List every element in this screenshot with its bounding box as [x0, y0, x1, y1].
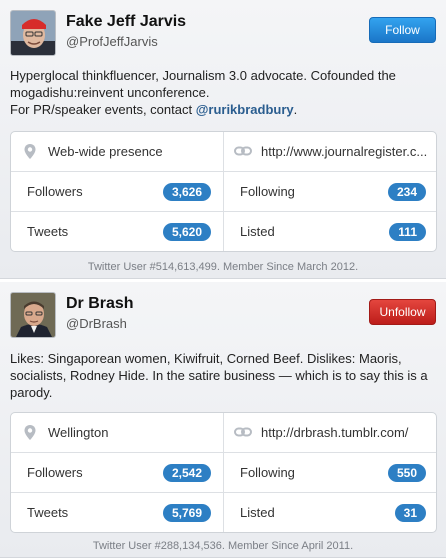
bio-mention-link[interactable]: @rurikbradbury: [196, 102, 294, 117]
profile-bio: Likes: Singaporean women, Kiwifruit, Cor…: [10, 350, 436, 401]
avatar[interactable]: [10, 292, 56, 338]
following-count-badge: 234: [387, 183, 426, 201]
bio-line: Hyperglocal thinkfluencer, Journalism 3.…: [10, 68, 396, 83]
profile-name[interactable]: Fake Jeff Jarvis: [66, 13, 186, 31]
listed-label: Listed: [240, 505, 275, 520]
location-text: Web-wide presence: [48, 144, 163, 159]
followers-label: Followers: [27, 184, 83, 199]
listed-cell[interactable]: Listed 31: [224, 493, 436, 532]
stats-row: Wellington http://drbrash.tumblr.com/: [11, 413, 436, 453]
followers-cell[interactable]: Followers 3,626: [11, 172, 224, 211]
bio-line: parody.: [10, 385, 53, 400]
bio-line: mogadishu:reinvent unconference.: [10, 85, 210, 100]
location-cell: Wellington: [11, 413, 224, 452]
stats-row: Followers 3,626 Following 234: [11, 172, 436, 212]
profile-bio: Hyperglocal thinkfluencer, Journalism 3.…: [10, 67, 436, 118]
tweets-count-badge: 5,620: [162, 223, 211, 241]
location-pin-icon: [24, 144, 36, 159]
profile-header: Dr Brash @DrBrash Unfollow: [10, 292, 436, 338]
following-count-badge: 550: [387, 464, 426, 482]
profile-card-dr-brash: Dr Brash @DrBrash Unfollow Likes: Singap…: [0, 282, 446, 558]
listed-label: Listed: [240, 224, 275, 239]
bio-line: socialists, Rodney Hide. In the satire b…: [10, 368, 428, 383]
bio-line: Likes: Singaporean women, Kiwifruit, Cor…: [10, 351, 402, 366]
tweets-label: Tweets: [27, 505, 69, 520]
url-link[interactable]: http://drbrash.tumblr.com/: [261, 425, 408, 440]
unfollow-button[interactable]: Unfollow: [369, 299, 436, 325]
listed-cell[interactable]: Listed 111: [224, 212, 436, 251]
tweets-label: Tweets: [27, 224, 69, 239]
follow-button[interactable]: Follow: [369, 17, 436, 43]
avatar[interactable]: [10, 10, 56, 56]
location-pin-icon: [24, 425, 36, 440]
stats-row: Followers 2,542 Following 550: [11, 453, 436, 493]
followers-count-badge: 3,626: [162, 183, 211, 201]
profile-footer: Twitter User #514,613,499. Member Since …: [87, 261, 359, 273]
bio-text: .: [293, 102, 298, 117]
following-cell[interactable]: Following 550: [224, 453, 436, 492]
profile-handle[interactable]: @ProfJeffJarvis: [66, 34, 158, 49]
profile-stats-box: Web-wide presence http://www.journalregi…: [10, 131, 437, 252]
tweets-cell[interactable]: Tweets 5,620: [11, 212, 224, 251]
profile-name[interactable]: Dr Brash: [66, 295, 134, 313]
location-cell: Web-wide presence: [11, 132, 224, 171]
profile-stats-box: Wellington http://drbrash.tumblr.com/ Fo…: [10, 412, 437, 533]
url-link[interactable]: http://www.journalregister.c...: [261, 144, 427, 159]
bio-text: For PR/speaker events, contact: [10, 102, 196, 117]
followers-count-badge: 2,542: [162, 464, 211, 482]
profile-handle[interactable]: @DrBrash: [66, 316, 127, 331]
link-icon: [234, 427, 252, 437]
stats-row: Web-wide presence http://www.journalregi…: [11, 132, 436, 172]
followers-label: Followers: [27, 465, 83, 480]
bio-line: For PR/speaker events, contact @rurikbra…: [10, 101, 436, 118]
link-icon: [234, 146, 252, 156]
following-label: Following: [240, 184, 295, 199]
url-cell[interactable]: http://drbrash.tumblr.com/: [224, 413, 436, 452]
stats-row: Tweets 5,620 Listed 111: [11, 212, 436, 251]
following-cell[interactable]: Following 234: [224, 172, 436, 211]
tweets-cell[interactable]: Tweets 5,769: [11, 493, 224, 532]
listed-count-badge: 31: [394, 504, 426, 522]
tweets-count-badge: 5,769: [162, 504, 211, 522]
following-label: Following: [240, 465, 295, 480]
location-text: Wellington: [48, 425, 109, 440]
listed-count-badge: 111: [389, 223, 426, 241]
profile-header: Fake Jeff Jarvis @ProfJeffJarvis Follow: [10, 10, 436, 56]
stats-row: Tweets 5,769 Listed 31: [11, 493, 436, 532]
profile-card-fake-jeff-jarvis: Fake Jeff Jarvis @ProfJeffJarvis Follow …: [0, 0, 446, 279]
url-cell[interactable]: http://www.journalregister.c...: [224, 132, 436, 171]
profile-footer: Twitter User #288,134,536. Member Since …: [92, 540, 354, 552]
followers-cell[interactable]: Followers 2,542: [11, 453, 224, 492]
